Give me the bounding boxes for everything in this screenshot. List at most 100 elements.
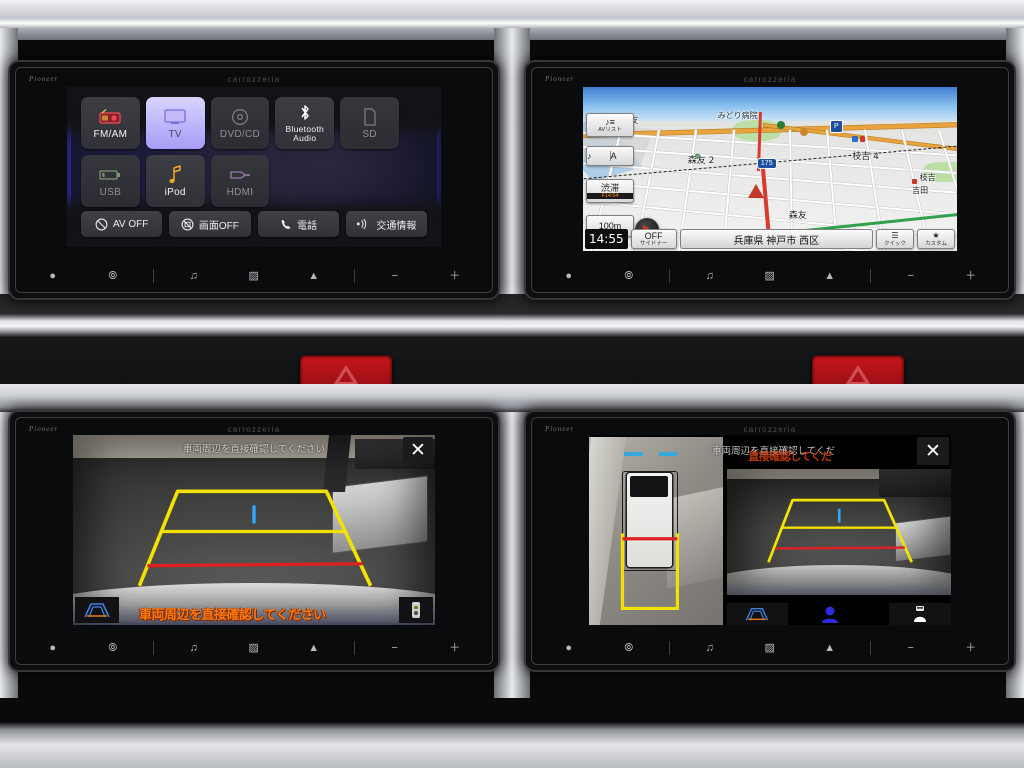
- hdmi-icon: [227, 165, 253, 185]
- pioneer-logo: Pioneer: [29, 75, 59, 83]
- minus-icon-4: −: [907, 641, 915, 654]
- top-down-button[interactable]: [889, 603, 951, 625]
- split-camera-view[interactable]: 車両周辺を直接確認してくだ 直接確認してくだ ✕: [589, 435, 951, 625]
- source-tile-dvdcd[interactable]: DVD/CD: [210, 97, 270, 149]
- power-key[interactable]: ⦾: [93, 270, 133, 282]
- screen-off-icon: [181, 218, 194, 230]
- phone-button[interactable]: 電話: [257, 211, 339, 237]
- map-key-4[interactable]: ▲: [810, 642, 850, 654]
- vol-up-key-2[interactable]: ＋: [951, 270, 991, 282]
- camera-warning-top: 車両周辺を直接確認してください: [183, 443, 325, 455]
- traffic-time: F14:54: [587, 193, 633, 200]
- music-note-icon-4: ♫: [705, 641, 715, 654]
- source-tile-tv[interactable]: TV: [145, 97, 205, 149]
- quick-menu-button[interactable]: ☰ クイック: [876, 229, 914, 249]
- custom-menu-button[interactable]: ★ カスタム: [917, 229, 955, 249]
- map-key-2[interactable]: ▲: [810, 270, 850, 282]
- vol-up-key-4[interactable]: ＋: [951, 642, 991, 654]
- av-function-button-row: AV OFF 画面OFF 電話 交通情報: [81, 211, 427, 237]
- apps-key-3[interactable]: ▨: [234, 642, 274, 654]
- map-key-3[interactable]: ▲: [294, 642, 334, 654]
- vol-down-key[interactable]: −: [375, 270, 415, 282]
- mic-key[interactable]: ●: [33, 270, 73, 282]
- apps-grid-icon-4: ▨: [764, 641, 776, 654]
- screenshot-grid: Pioneer carrozzeria FM/AM TV DVD/CD Blue…: [0, 0, 1024, 768]
- vol-down-key-4[interactable]: −: [891, 641, 931, 654]
- star-icon: ★: [932, 231, 940, 240]
- apps-grid-icon: ▨: [248, 269, 260, 282]
- traffic-button[interactable]: 渋滞 F14:54: [586, 178, 634, 203]
- source-tile-hdmi[interactable]: HDMI: [210, 155, 270, 207]
- rear-camera-view-2[interactable]: [726, 469, 951, 595]
- panel-rear-camera: Pioneer carrozzeria 車両周辺を直接確認してください ✕ 車両…: [0, 384, 512, 768]
- av-key-4[interactable]: ♫: [690, 641, 730, 654]
- screen-off-button[interactable]: 画面OFF: [169, 211, 251, 237]
- top-down-camera-view[interactable]: [589, 437, 723, 625]
- usb-icon: [97, 165, 123, 185]
- head-unit-face-3: Pioneer carrozzeria 車両周辺を直接確認してください ✕ 車両…: [15, 417, 493, 665]
- close-camera-button[interactable]: ✕: [403, 437, 433, 463]
- apps-key-4[interactable]: ▨: [750, 641, 790, 654]
- split-camera-screen[interactable]: 車両周辺を直接確認してくだ 直接確認してくだ ✕: [589, 435, 951, 625]
- key-divider-6: [354, 641, 355, 655]
- av-off-label: AV OFF: [112, 218, 149, 230]
- power-key-4[interactable]: ⦾: [609, 642, 649, 654]
- source-tile-fmam[interactable]: FM/AM: [81, 97, 140, 149]
- map-canvas[interactable]: P 175 森友 森友 2 枝吉: [583, 87, 957, 251]
- sdcard-icon: [363, 107, 377, 127]
- nav-clock: 14:55: [585, 229, 628, 249]
- mic-key-3[interactable]: ●: [33, 642, 73, 654]
- head-unit-face-4: Pioneer carrozzeria 車両周辺を直接確認してくだ 直接確認して…: [531, 417, 1009, 665]
- map-key[interactable]: ▲: [294, 270, 334, 282]
- capture-button[interactable]: [399, 597, 433, 623]
- apps-key-2[interactable]: ▨: [750, 270, 790, 282]
- power-key-2[interactable]: ⦾: [609, 270, 649, 282]
- key-divider-7: [669, 641, 670, 655]
- rear-person-button[interactable]: [799, 603, 861, 625]
- side-monitor-button[interactable]: OFF サイドナー: [630, 229, 677, 249]
- av-off-button[interactable]: AV OFF: [81, 211, 163, 237]
- key-divider-5: [153, 641, 154, 655]
- source-tile-ipod[interactable]: iPod: [145, 155, 205, 207]
- route-shield: 175: [756, 157, 777, 169]
- panel-split-camera: Pioneer carrozzeria 車両周辺を直接確認してくだ 直接確認して…: [512, 384, 1024, 768]
- source-label-tv: TV: [168, 128, 182, 140]
- close-camera-button-2[interactable]: ✕: [917, 437, 949, 465]
- traffic-info-button[interactable]: 交通情報: [345, 211, 427, 237]
- source-tile-sd[interactable]: SD: [340, 97, 399, 149]
- vol-down-key-3[interactable]: −: [375, 642, 415, 654]
- parking-poi-icon: P: [829, 119, 843, 133]
- apps-key[interactable]: ▨: [234, 269, 274, 282]
- source-label-dvdcd: DVD/CD: [219, 128, 261, 140]
- source-tile-bluetooth[interactable]: Bluetooth Audio: [275, 97, 335, 149]
- vol-down-key-2[interactable]: −: [891, 270, 931, 282]
- hazard-button[interactable]: [300, 355, 392, 384]
- hazard-button-2[interactable]: [812, 355, 904, 384]
- power-key-3[interactable]: ⦾: [93, 642, 133, 654]
- plus-icon-3: ＋: [449, 641, 461, 654]
- mic-key-4[interactable]: ●: [549, 642, 589, 654]
- wide-view-button-2[interactable]: [726, 603, 789, 625]
- radio-icon: [97, 107, 123, 127]
- hard-key-row-2: ● ⦾ ♫ ▨ ▲ − ＋: [539, 263, 1001, 289]
- rear-camera-view[interactable]: 車両周辺を直接確認してください ✕ 車両周辺を直接確認してください: [73, 435, 435, 625]
- next-page-chevron-icon[interactable]: ›: [419, 157, 425, 177]
- source-tile-usb[interactable]: USB: [81, 155, 140, 207]
- vol-up-key[interactable]: ＋: [435, 270, 475, 282]
- rear-camera-screen[interactable]: 車両周辺を直接確認してください ✕ 車両周辺を直接確認してください: [73, 435, 435, 625]
- head-unit-2: Pioneer carrozzeria P 175 森友 2 枝吉 4 枝吉 吉…: [526, 62, 1014, 298]
- head-unit-face: Pioneer carrozzeria FM/AM TV DVD/CD Blue…: [15, 67, 493, 293]
- av-list-button[interactable]: ♪≡ AVリスト: [586, 113, 634, 138]
- pioneer-logo-2: Pioneer: [545, 75, 575, 83]
- mic-key-2[interactable]: ●: [549, 270, 589, 282]
- phone-label: 電話: [297, 220, 318, 232]
- av-key[interactable]: ♫: [174, 270, 214, 282]
- music-note-icon-3: ♫: [189, 641, 199, 654]
- source-label-fmam: FM/AM: [93, 128, 128, 140]
- av-key-3[interactable]: ♫: [174, 641, 214, 654]
- navigation-screen[interactable]: P 175 森友 森友 2 枝吉: [583, 87, 957, 251]
- voice-toggle-button[interactable]: ♪ A: [586, 146, 634, 167]
- vol-up-key-3[interactable]: ＋: [435, 641, 475, 654]
- source-label-hdmi: HDMI: [226, 186, 254, 198]
- av-key-2[interactable]: ♫: [690, 270, 730, 282]
